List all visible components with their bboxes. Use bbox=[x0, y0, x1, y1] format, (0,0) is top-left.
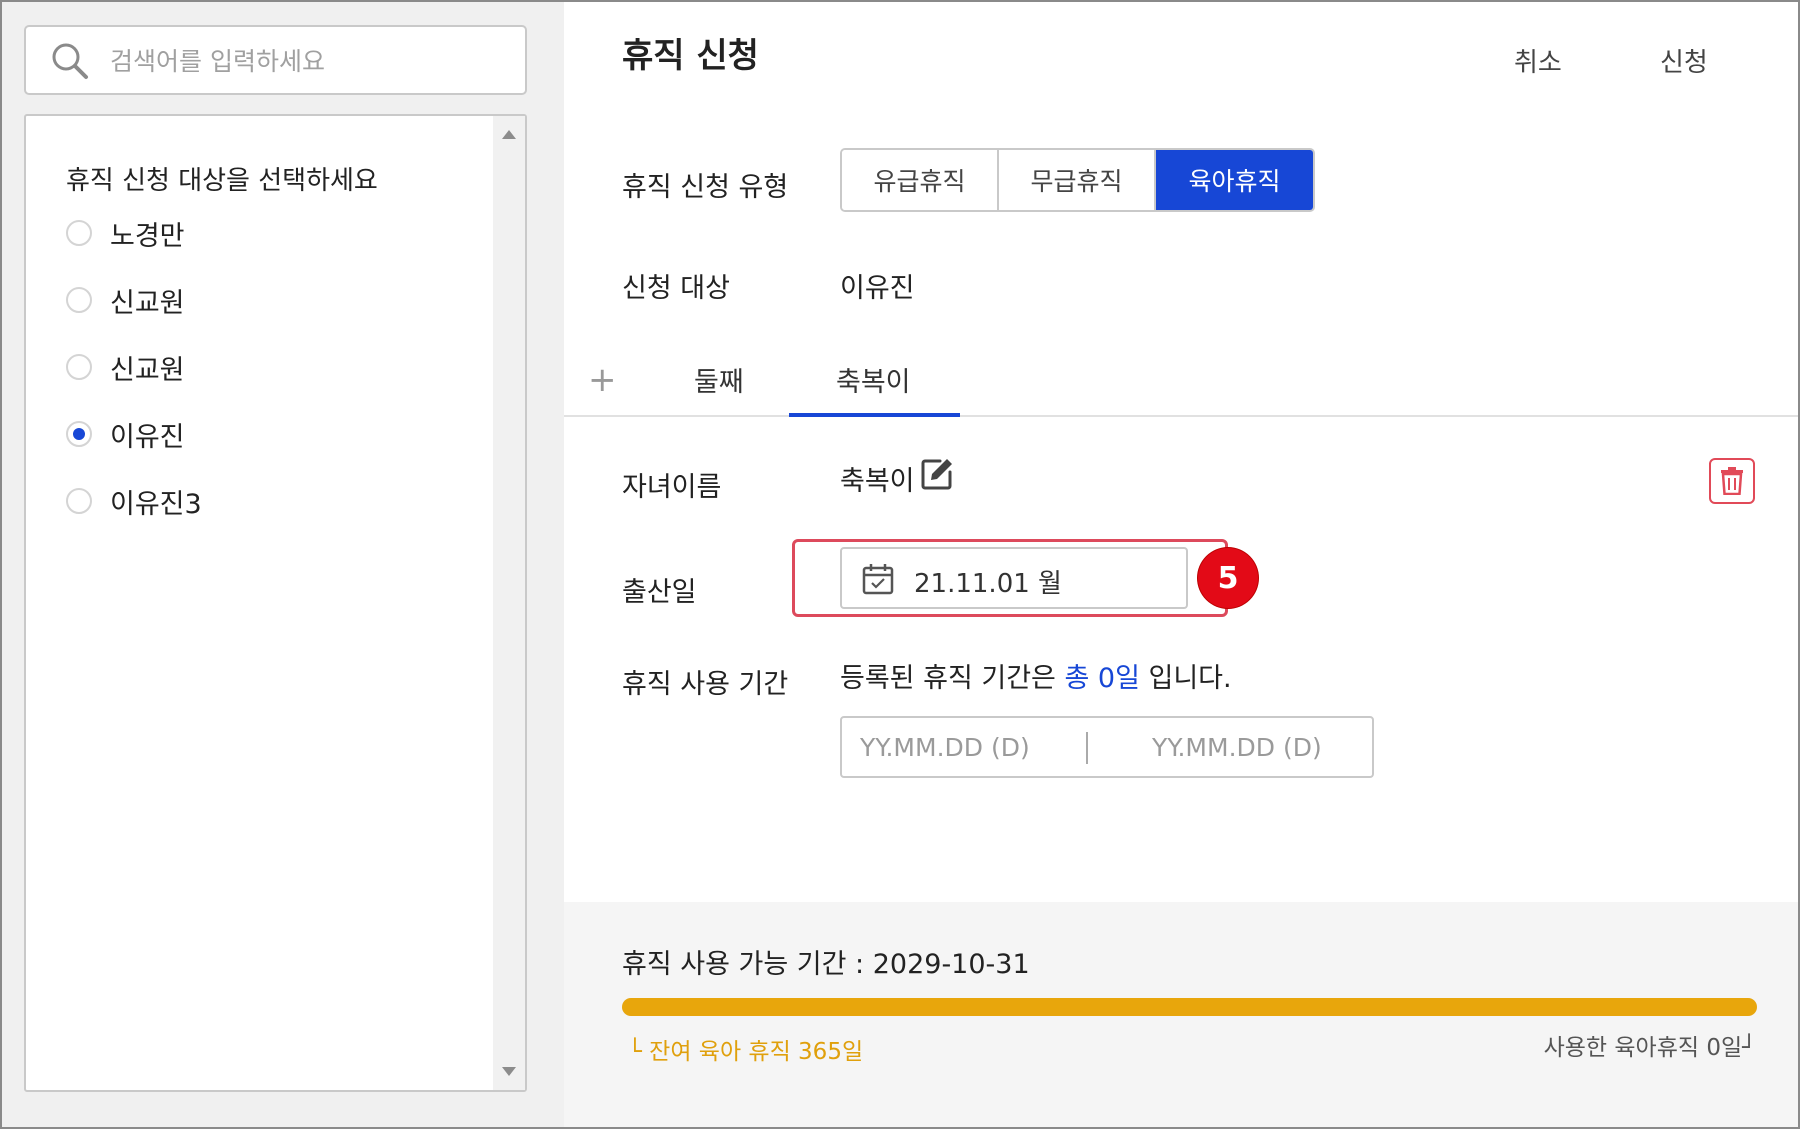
radio-button-selected[interactable] bbox=[66, 421, 92, 447]
target-item[interactable]: 이유진 bbox=[66, 414, 185, 454]
start-date-input[interactable]: YY.MM.DD (D) bbox=[860, 733, 1030, 762]
step-number-badge: 5 bbox=[1198, 548, 1258, 608]
target-item-label: 신교원 bbox=[110, 354, 185, 386]
target-item-label: 신교원 bbox=[110, 287, 185, 319]
child-name-label: 자녀이름 bbox=[622, 472, 722, 503]
leave-type-parental-button[interactable]: 육아휴직 bbox=[1156, 150, 1313, 210]
tab-child-active[interactable]: 축복이 bbox=[836, 360, 911, 399]
range-separator bbox=[1086, 732, 1088, 764]
birth-date-value: 21.11.01 월 bbox=[914, 569, 1062, 599]
tab-child-second[interactable]: 둘째 bbox=[694, 360, 744, 399]
leave-date-range-field[interactable]: YY.MM.DD (D) YY.MM.DD (D) bbox=[840, 716, 1374, 778]
target-list: 휴직 신청 대상을 선택하세요 노경만 신교원 신교원 이유진 이유진3 bbox=[24, 114, 527, 1092]
delete-child-button[interactable] bbox=[1709, 458, 1755, 504]
active-tab-indicator bbox=[789, 413, 960, 417]
target-item[interactable]: 이유진3 bbox=[66, 481, 202, 521]
search-box[interactable] bbox=[24, 25, 527, 95]
remaining-leave-text: └ 잔여 육아 휴직 365일 bbox=[628, 1039, 864, 1065]
leave-progress-fill bbox=[622, 998, 1757, 1016]
target-item-label: 이유진 bbox=[110, 421, 185, 453]
target-item-label: 노경만 bbox=[110, 220, 185, 252]
scroll-up-icon[interactable] bbox=[502, 130, 516, 139]
period-message-suffix: 입니다. bbox=[1139, 663, 1232, 694]
target-value: 이유진 bbox=[840, 273, 915, 304]
search-input[interactable] bbox=[110, 41, 510, 81]
cancel-button[interactable]: 취소 bbox=[1514, 42, 1562, 79]
calendar-icon bbox=[862, 564, 894, 595]
target-item[interactable]: 노경만 bbox=[66, 213, 185, 253]
target-item[interactable]: 신교원 bbox=[66, 347, 185, 387]
period-message-prefix: 등록된 휴직 기간은 bbox=[840, 663, 1065, 694]
tabs-divider bbox=[564, 415, 1798, 417]
end-date-input[interactable]: YY.MM.DD (D) bbox=[1152, 733, 1322, 762]
search-icon bbox=[52, 43, 88, 79]
used-leave-text: 사용한 육아휴직 0일┘ bbox=[1543, 1035, 1756, 1061]
leave-type-label: 휴직 신청 유형 bbox=[622, 172, 789, 203]
list-scrollbar[interactable] bbox=[493, 116, 525, 1090]
target-item[interactable]: 신교원 bbox=[66, 280, 185, 320]
leave-type-paid-button[interactable]: 유급휴직 bbox=[842, 150, 999, 210]
right-panel: 휴직 신청 취소 신청 휴직 신청 유형 유급휴직 무급휴직 육아휴직 신청 대… bbox=[564, 2, 1798, 1127]
birth-date-field[interactable]: 21.11.01 월 bbox=[840, 547, 1188, 609]
add-child-tab-icon[interactable]: + bbox=[588, 360, 617, 400]
leave-type-unpaid-button[interactable]: 무급휴직 bbox=[999, 150, 1156, 210]
available-period-text: 휴직 사용 가능 기간 : 2029-10-31 bbox=[622, 949, 1030, 980]
leave-period-message: 등록된 휴직 기간은 총 0일 입니다. bbox=[840, 656, 1232, 695]
radio-button[interactable] bbox=[66, 488, 92, 514]
period-total-days: 총 0일 bbox=[1064, 663, 1140, 694]
radio-button[interactable] bbox=[66, 287, 92, 313]
radio-button[interactable] bbox=[66, 220, 92, 246]
page-title: 휴직 신청 bbox=[622, 36, 759, 76]
target-label: 신청 대상 bbox=[622, 273, 730, 304]
target-item-label: 이유진3 bbox=[110, 488, 202, 520]
leave-progress-bar bbox=[622, 998, 1757, 1016]
leave-summary-footer: 휴직 사용 가능 기간 : 2029-10-31 └ 잔여 육아 휴직 365일… bbox=[564, 902, 1798, 1127]
edit-icon[interactable] bbox=[920, 457, 954, 491]
child-name-value: 축복이 bbox=[840, 466, 915, 497]
left-panel: 휴직 신청 대상을 선택하세요 노경만 신교원 신교원 이유진 이유진3 bbox=[2, 2, 564, 1127]
target-list-title: 휴직 신청 대상을 선택하세요 bbox=[66, 166, 378, 196]
trash-icon bbox=[1721, 467, 1743, 495]
submit-button[interactable]: 신청 bbox=[1660, 42, 1708, 79]
leave-type-selector: 유급휴직 무급휴직 육아휴직 bbox=[840, 148, 1315, 212]
radio-button[interactable] bbox=[66, 354, 92, 380]
scroll-down-icon[interactable] bbox=[502, 1067, 516, 1076]
birth-date-label: 출산일 bbox=[622, 577, 697, 608]
leave-period-label: 휴직 사용 기간 bbox=[622, 669, 789, 700]
